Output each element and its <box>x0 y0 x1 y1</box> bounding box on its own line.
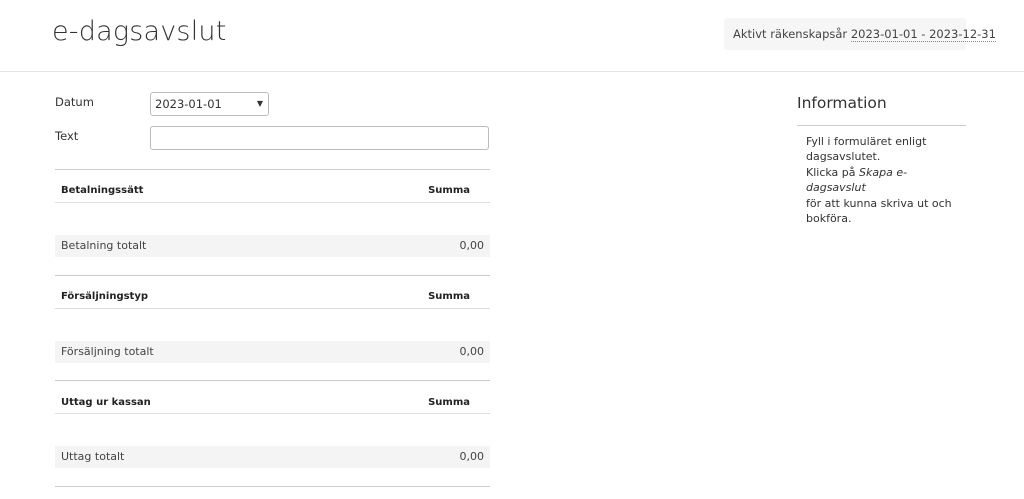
section-divider <box>55 380 490 381</box>
section-divider <box>55 486 490 487</box>
payments-total-value: 0,00 <box>459 239 485 252</box>
withdrawals-header-amount: Summa <box>428 397 470 408</box>
withdrawals-total-label: Uttag totalt <box>61 450 125 463</box>
section-divider <box>55 169 490 170</box>
section-divider <box>55 275 490 276</box>
fiscal-year-selector[interactable]: 2023-01-01 - 2023-12-31 <box>850 27 996 42</box>
chevron-down-icon: ▼ <box>256 99 263 108</box>
payments-total-label: Betalning totalt <box>61 239 147 252</box>
header-divider <box>55 413 490 414</box>
withdrawals-total-row: Uttag totalt 0,00 <box>55 446 490 468</box>
payments-total-row: Betalning totalt 0,00 <box>55 235 490 257</box>
info-text: Fyll i formuläret enligt dagsavslutet. K… <box>806 134 966 226</box>
fiscal-year-label: Aktivt räkenskapsår <box>733 27 848 41</box>
withdrawals-total-value: 0,00 <box>459 450 485 463</box>
text-label: Text <box>55 129 79 143</box>
info-divider <box>797 125 966 126</box>
payments-header-label: Betalningssätt <box>61 185 144 196</box>
page-header: e-dagsavslut Aktivt räkenskapsår 2023-01… <box>0 0 1024 72</box>
fiscal-year-box: Aktivt räkenskapsår 2023-01-01 - 2023-12… <box>724 18 996 50</box>
date-select-value: 2023-01-01 <box>155 97 222 111</box>
payments-header-amount: Summa <box>428 185 470 196</box>
info-line2-suffix: för att kunna skriva ut och bokföra. <box>806 196 952 226</box>
sales-total-row: Försäljning totalt 0,00 <box>55 341 490 363</box>
info-line2-prefix: Klicka på <box>806 165 860 179</box>
sales-total-label: Försäljning totalt <box>61 345 154 358</box>
page-title: e-dagsavslut <box>52 16 227 47</box>
header-divider <box>55 202 490 203</box>
sales-total-value: 0,00 <box>459 345 485 358</box>
date-label: Datum <box>55 95 94 109</box>
withdrawals-header-label: Uttag ur kassan <box>61 397 151 408</box>
header-divider <box>55 308 490 309</box>
info-title: Information <box>797 94 887 112</box>
text-input[interactable] <box>150 126 489 150</box>
sales-header-label: Försäljningstyp <box>61 291 149 302</box>
sales-header-amount: Summa <box>428 291 470 302</box>
info-line1: Fyll i formuläret enligt dagsavslutet. <box>806 135 927 164</box>
date-select[interactable]: 2023-01-01 ▼ <box>150 92 269 116</box>
